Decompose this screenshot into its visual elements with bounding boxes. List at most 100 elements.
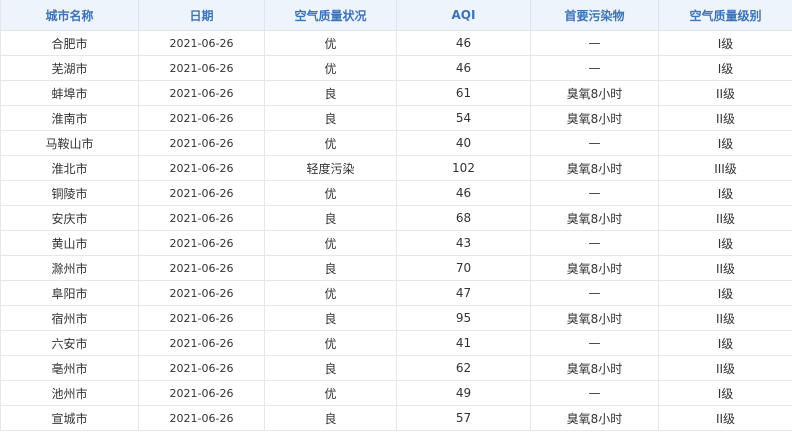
cell-level: II级 <box>658 355 792 381</box>
air-quality-table: 城市名称 日期 空气质量状况 AQI 首要污染物 空气质量级别 合肥市 2021-… <box>0 0 792 431</box>
table-row: 亳州市 2021-06-26 良 62 臭氧8小时 II级 <box>0 355 792 381</box>
cell-level: I级 <box>658 130 792 156</box>
cell-date: 2021-06-26 <box>138 205 265 231</box>
header-status: 空气质量状况 <box>264 0 397 31</box>
cell-level: I级 <box>658 280 792 306</box>
cell-status: 优 <box>264 30 397 56</box>
table-row: 阜阳市 2021-06-26 优 47— I级 <box>0 280 792 306</box>
cell-date: 2021-06-26 <box>138 255 265 281</box>
cell-city: 合肥市 <box>0 30 139 56</box>
table-body: 合肥市 2021-06-26 优 46— I级 芜湖市 2021-06-26 优 46— I级 蚌埠… <box>0 30 792 431</box>
cell-aqi: 54 <box>396 105 531 131</box>
table-row: 宣城市 2021-06-26 良 57 臭氧8小时 II级 <box>0 405 792 431</box>
cell-date: 2021-06-26 <box>138 80 265 106</box>
table-row: 宿州市 2021-06-26 良 95 臭氧8小时 II级 <box>0 305 792 331</box>
cell-aqi: 57 <box>396 405 531 431</box>
cell-level: II级 <box>658 205 792 231</box>
table-row: 黄山市 2021-06-26 优 43— I级 <box>0 230 792 256</box>
cell-level: I级 <box>658 55 792 81</box>
cell-aqi: 40 <box>396 130 531 156</box>
cell-status: 良 <box>264 255 397 281</box>
cell-date: 2021-06-26 <box>138 105 265 131</box>
table-row: 蚌埠市 2021-06-26 良 61 臭氧8小时 II级 <box>0 80 792 106</box>
cell-pollutant: 臭氧8小时 <box>530 305 659 331</box>
cell-status: 优 <box>264 380 397 406</box>
table-row: 滁州市 2021-06-26 良 70 臭氧8小时 II级 <box>0 255 792 281</box>
cell-city: 安庆市 <box>0 205 139 231</box>
cell-level: III级 <box>658 155 792 181</box>
cell-status: 优 <box>264 280 397 306</box>
cell-city: 池州市 <box>0 380 139 406</box>
cell-city: 六安市 <box>0 330 139 356</box>
cell-city: 芜湖市 <box>0 55 139 81</box>
cell-date: 2021-06-26 <box>138 380 265 406</box>
cell-aqi: 49 <box>396 380 531 406</box>
cell-city: 宿州市 <box>0 305 139 331</box>
cell-date: 2021-06-26 <box>138 330 265 356</box>
cell-date: 2021-06-26 <box>138 55 265 81</box>
cell-pollutant: 臭氧8小时 <box>530 155 659 181</box>
cell-date: 2021-06-26 <box>138 405 265 431</box>
table-row: 淮北市 2021-06-26 轻度污染 102 臭氧8小时 III级 <box>0 155 792 181</box>
table-row: 池州市 2021-06-26 优 49— I级 <box>0 380 792 406</box>
cell-aqi: 70 <box>396 255 531 281</box>
cell-date: 2021-06-26 <box>138 230 265 256</box>
cell-level: I级 <box>658 230 792 256</box>
cell-aqi: 46 <box>396 30 531 56</box>
cell-aqi: 61 <box>396 80 531 106</box>
cell-date: 2021-06-26 <box>138 305 265 331</box>
table-row: 六安市 2021-06-26 优 41— I级 <box>0 330 792 356</box>
cell-pollutant: — <box>530 280 659 306</box>
cell-date: 2021-06-26 <box>138 130 265 156</box>
cell-city: 宣城市 <box>0 405 139 431</box>
cell-aqi: 46 <box>396 180 531 206</box>
cell-level: I级 <box>658 30 792 56</box>
cell-level: I级 <box>658 330 792 356</box>
cell-date: 2021-06-26 <box>138 155 265 181</box>
cell-status: 优 <box>264 130 397 156</box>
cell-level: II级 <box>658 105 792 131</box>
cell-status: 良 <box>264 355 397 381</box>
cell-aqi: 68 <box>396 205 531 231</box>
cell-pollutant: — <box>530 55 659 81</box>
table-row: 合肥市 2021-06-26 优 46— I级 <box>0 30 792 56</box>
cell-aqi: 62 <box>396 355 531 381</box>
cell-city: 蚌埠市 <box>0 80 139 106</box>
cell-aqi: 95 <box>396 305 531 331</box>
cell-city: 滁州市 <box>0 255 139 281</box>
cell-status: 优 <box>264 55 397 81</box>
cell-aqi: 46 <box>396 55 531 81</box>
cell-pollutant: — <box>530 330 659 356</box>
cell-city: 亳州市 <box>0 355 139 381</box>
table-row: 马鞍山市 2021-06-26 优 40— I级 <box>0 130 792 156</box>
cell-level: II级 <box>658 80 792 106</box>
cell-status: 优 <box>264 230 397 256</box>
cell-city: 黄山市 <box>0 230 139 256</box>
cell-pollutant: 臭氧8小时 <box>530 80 659 106</box>
cell-pollutant: — <box>530 180 659 206</box>
cell-city: 马鞍山市 <box>0 130 139 156</box>
cell-pollutant: — <box>530 130 659 156</box>
cell-status: 良 <box>264 305 397 331</box>
cell-pollutant: 臭氧8小时 <box>530 355 659 381</box>
cell-level: II级 <box>658 255 792 281</box>
table-header-row: 城市名称 日期 空气质量状况 AQI 首要污染物 空气质量级别 <box>0 0 792 31</box>
cell-level: II级 <box>658 305 792 331</box>
cell-status: 优 <box>264 180 397 206</box>
header-date: 日期 <box>138 0 265 31</box>
cell-status: 良 <box>264 205 397 231</box>
cell-aqi: 41 <box>396 330 531 356</box>
cell-status: 轻度污染 <box>264 155 397 181</box>
cell-pollutant: — <box>530 30 659 56</box>
header-pollutant: 首要污染物 <box>530 0 659 31</box>
cell-aqi: 102 <box>396 155 531 181</box>
cell-pollutant: 臭氧8小时 <box>530 405 659 431</box>
table-row: 芜湖市 2021-06-26 优 46— I级 <box>0 55 792 81</box>
cell-date: 2021-06-26 <box>138 180 265 206</box>
cell-pollutant: 臭氧8小时 <box>530 105 659 131</box>
cell-level: II级 <box>658 405 792 431</box>
cell-city: 淮北市 <box>0 155 139 181</box>
header-city: 城市名称 <box>0 0 139 31</box>
cell-aqi: 47 <box>396 280 531 306</box>
cell-pollutant: 臭氧8小时 <box>530 205 659 231</box>
